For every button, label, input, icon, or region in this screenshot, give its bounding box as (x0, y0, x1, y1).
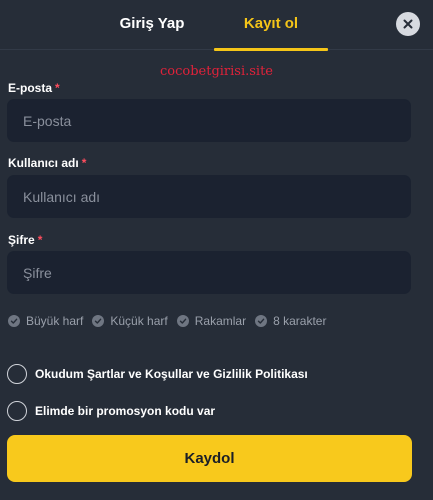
email-field[interactable] (7, 99, 411, 142)
close-icon (403, 19, 413, 29)
auth-tabs-header: Giriş Yap Kayıt ol (0, 0, 433, 51)
username-required-mark: * (81, 156, 87, 170)
password-required-mark: * (37, 233, 43, 247)
password-rule: Rakamlar (176, 314, 247, 328)
password-rule-label: 8 karakter (273, 314, 327, 328)
password-label-text: Şifre (8, 233, 35, 247)
check-circle-icon (255, 315, 268, 327)
password-rule-label: Rakamlar (194, 314, 247, 328)
tab-register[interactable]: Kayıt ol (214, 0, 328, 51)
username-label-text: Kullanıcı adı (8, 156, 79, 170)
email-label: E-posta * (8, 81, 60, 95)
promo-checkbox-row[interactable]: Elimde bir promosyon kodu var (7, 401, 215, 421)
promo-label: Elimde bir promosyon kodu var (35, 404, 216, 418)
username-field[interactable] (7, 175, 411, 218)
register-button[interactable]: Kaydol (7, 435, 412, 482)
password-label: Şifre * (8, 233, 42, 247)
password-rule-label: Küçük harf (110, 314, 168, 328)
password-rules: Büyük harf Küçük harf Rakamlar 8 karakte… (8, 313, 335, 329)
email-label-text: E-posta (8, 81, 53, 95)
password-rule: 8 karakter (255, 314, 326, 328)
email-required-mark: * (55, 81, 60, 95)
tab-login[interactable]: Giriş Yap (92, 0, 212, 50)
password-rule-label: Büyük harf (26, 314, 84, 328)
terms-label: Okudum Şartlar ve Koşullar ve Gizlilik P… (35, 367, 308, 381)
close-button[interactable] (396, 12, 420, 36)
check-circle-icon (8, 315, 20, 327)
password-rule: Küçük harf (92, 314, 168, 328)
check-circle-icon (92, 315, 105, 327)
promo-checkbox[interactable] (7, 401, 27, 421)
username-label: Kullanıcı adı * (8, 156, 86, 170)
watermark-text: cocobetgirisi.site (159, 64, 273, 79)
password-rule: Büyük harf (8, 314, 83, 328)
check-circle-icon (176, 315, 189, 327)
terms-checkbox[interactable] (7, 364, 27, 384)
password-field[interactable] (7, 251, 411, 294)
terms-checkbox-row[interactable]: Okudum Şartlar ve Koşullar ve Gizlilik P… (7, 364, 308, 384)
